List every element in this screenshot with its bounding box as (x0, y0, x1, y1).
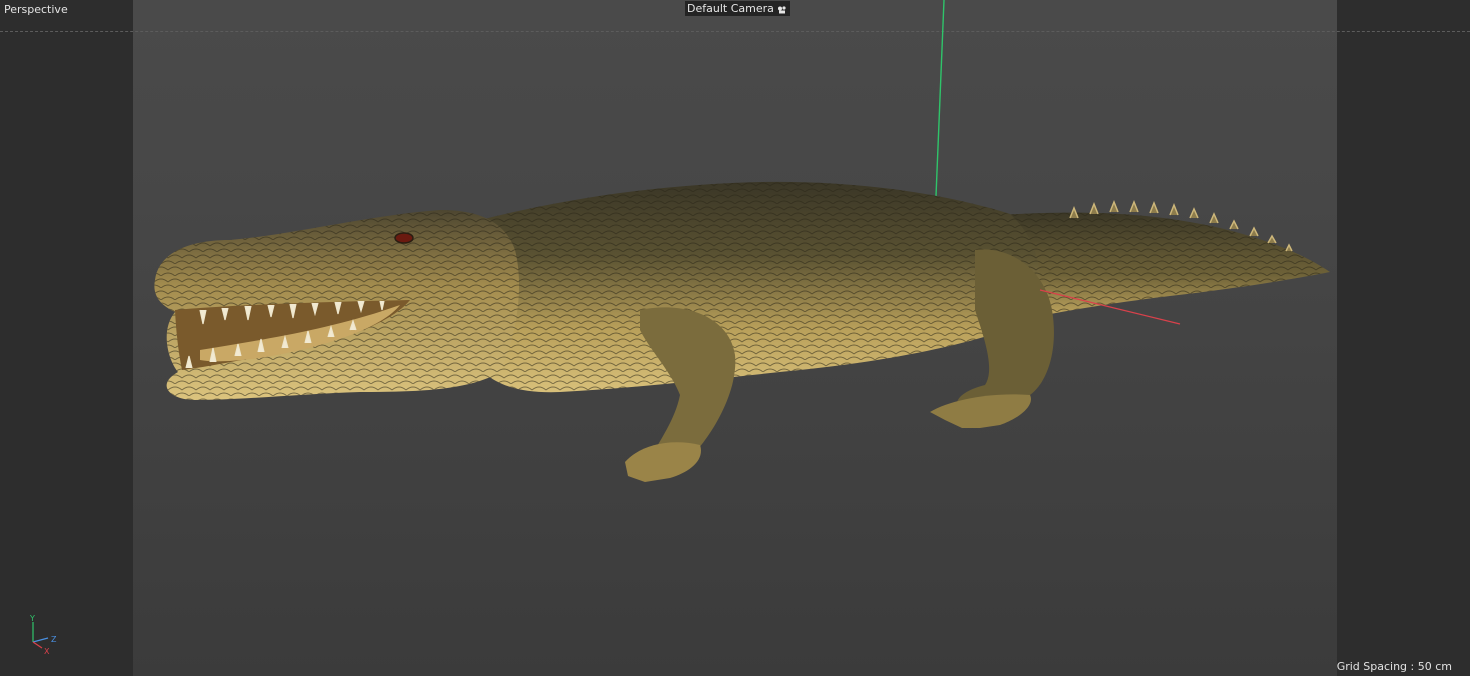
camera-icon (777, 4, 787, 14)
y-axis-handle (935, 0, 945, 197)
axis-y-label: Y (29, 614, 35, 623)
axis-gizmo-icon: Y Z X (29, 614, 57, 656)
axis-x-label: X (44, 647, 50, 656)
view-name-label[interactable]: Perspective (4, 3, 68, 16)
3d-viewport[interactable]: Perspective Default Camera Grid Spacing … (0, 0, 1470, 676)
axis-z-label: Z (51, 635, 57, 644)
back-foot (930, 394, 1031, 428)
camera-selector[interactable]: Default Camera (685, 1, 790, 16)
grid-spacing-label: Grid Spacing : 50 cm (1336, 660, 1452, 673)
crocodile-eye (394, 232, 414, 244)
front-foot (625, 442, 701, 482)
crocodile-front-leg (640, 307, 736, 465)
scene-canvas[interactable] (0, 0, 1470, 676)
camera-name: Default Camera (687, 2, 774, 15)
